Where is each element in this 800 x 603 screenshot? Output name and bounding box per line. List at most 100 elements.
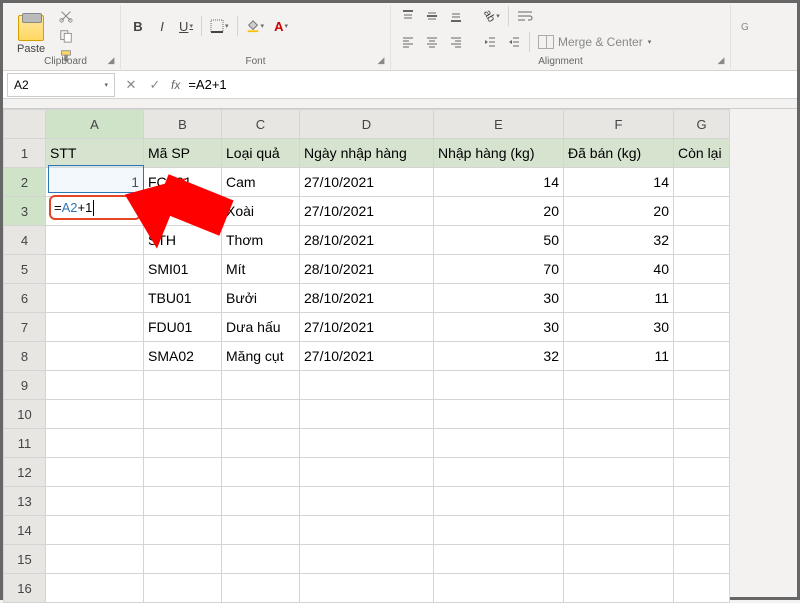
cell[interactable]: Loại quả [222,139,300,168]
row-header[interactable]: 8 [4,342,46,371]
cell[interactable] [674,197,730,226]
align-middle-button[interactable] [421,5,443,27]
cell[interactable] [46,516,144,545]
row-header[interactable]: 12 [4,458,46,487]
cell[interactable] [674,545,730,574]
cell[interactable]: 40 [564,255,674,284]
cell[interactable] [46,255,144,284]
cell[interactable] [434,516,564,545]
cell[interactable] [564,371,674,400]
col-header-c[interactable]: C [222,110,300,139]
number-format-button[interactable]: G [737,15,763,37]
cell[interactable]: FDU01 [144,313,222,342]
align-left-button[interactable] [397,31,419,53]
cancel-formula-button[interactable]: ✕ [119,73,143,97]
cell[interactable] [144,371,222,400]
align-right-button[interactable] [445,31,467,53]
cell[interactable] [434,458,564,487]
clipboard-launcher-icon[interactable]: ◢ [105,54,117,66]
cell[interactable] [674,371,730,400]
cell[interactable] [46,342,144,371]
row-header[interactable]: 7 [4,313,46,342]
cell[interactable]: Mã SP [144,139,222,168]
cell[interactable]: Đã bán (kg) [564,139,674,168]
cell[interactable]: 20 [564,197,674,226]
cell[interactable]: 30 [434,313,564,342]
col-header-d[interactable]: D [300,110,434,139]
cell[interactable]: 32 [434,342,564,371]
cell[interactable] [674,342,730,371]
fill-color-button[interactable]: ▾ [242,15,269,37]
decrease-indent-button[interactable] [479,31,501,53]
row-header[interactable]: 3 [4,197,46,226]
cell[interactable]: 27/10/2021 [300,197,434,226]
cell[interactable] [46,487,144,516]
cell[interactable] [300,429,434,458]
cell[interactable] [564,458,674,487]
row-header[interactable]: 13 [4,487,46,516]
cell[interactable] [144,429,222,458]
cell[interactable] [564,429,674,458]
cell[interactable] [300,516,434,545]
cell[interactable]: Thơm [222,226,300,255]
cell[interactable]: SMI01 [144,255,222,284]
cell[interactable]: 14 [564,168,674,197]
align-center-button[interactable] [421,31,443,53]
select-all-corner[interactable] [4,110,46,139]
cell[interactable] [300,400,434,429]
cell[interactable] [300,371,434,400]
row-header[interactable]: 9 [4,371,46,400]
cell[interactable] [674,168,730,197]
cell[interactable] [222,458,300,487]
align-bottom-button[interactable] [445,5,467,27]
cell[interactable]: STT [46,139,144,168]
cell[interactable] [222,400,300,429]
align-top-button[interactable] [397,5,419,27]
cell[interactable] [434,574,564,603]
formula-input[interactable] [184,73,797,97]
cell[interactable] [46,458,144,487]
bold-button[interactable]: B [127,15,149,37]
cell[interactable]: 27/10/2021 [300,342,434,371]
col-header-g[interactable]: G [674,110,730,139]
cell[interactable] [144,545,222,574]
cell[interactable] [144,400,222,429]
cell[interactable]: TBU01 [144,284,222,313]
cell[interactable]: Mít [222,255,300,284]
cell[interactable] [222,516,300,545]
cell[interactable] [434,487,564,516]
cell[interactable]: 32 [564,226,674,255]
cell[interactable] [674,313,730,342]
row-header[interactable]: 2 [4,168,46,197]
cell[interactable] [674,458,730,487]
cell[interactable] [564,574,674,603]
cell[interactable] [674,255,730,284]
cell[interactable]: SMA02 [144,342,222,371]
cell[interactable]: 27/10/2021 [300,313,434,342]
cell[interactable] [564,400,674,429]
font-color-button[interactable]: A▾ [270,15,292,37]
cell[interactable]: Măng cụt [222,342,300,371]
merge-center-button[interactable]: Merge & Center ▾ [534,33,655,51]
cell[interactable]: 11 [564,342,674,371]
cell[interactable]: 50 [434,226,564,255]
row-header[interactable]: 4 [4,226,46,255]
cell[interactable] [674,400,730,429]
row-header[interactable]: 11 [4,429,46,458]
cell[interactable]: 28/10/2021 [300,284,434,313]
cell[interactable] [144,516,222,545]
cell[interactable]: 28/10/2021 [300,226,434,255]
cell[interactable] [144,487,222,516]
cell[interactable] [674,226,730,255]
row-header[interactable]: 5 [4,255,46,284]
cell[interactable]: Còn lại [674,139,730,168]
cell[interactable]: 28/10/2021 [300,255,434,284]
wrap-text-button[interactable] [513,5,537,27]
cell[interactable] [46,313,144,342]
cell[interactable]: 70 [434,255,564,284]
cell[interactable] [46,400,144,429]
cell[interactable] [434,400,564,429]
cell[interactable]: Dưa hấu [222,313,300,342]
cell[interactable]: Bưởi [222,284,300,313]
orientation-button[interactable]: ab▾ [479,5,504,27]
